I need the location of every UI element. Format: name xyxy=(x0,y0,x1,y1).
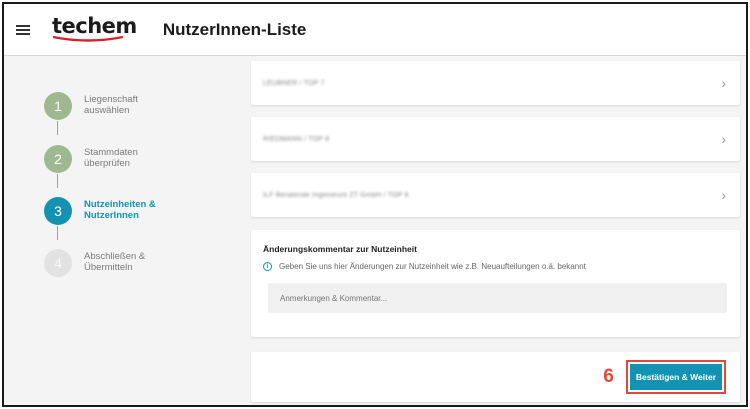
logo-text: techem xyxy=(52,13,137,38)
step-label: Liegenschaft auswählen xyxy=(84,94,138,116)
unit-row[interactable]: LEUBNER / TOP 7 › xyxy=(251,61,740,105)
comment-title: Änderungskommentar zur Nutzeinheit xyxy=(263,244,417,254)
unit-name: ILF Beratende Ingenieure ZT GmbH / TOP 9 xyxy=(263,191,409,199)
comment-input[interactable] xyxy=(268,283,727,313)
step-2[interactable]: 2 Stammdaten überprüfen xyxy=(44,145,174,173)
step-connector xyxy=(57,121,58,135)
annotation-marker: 6 xyxy=(603,366,614,387)
chevron-right-icon: › xyxy=(721,187,726,203)
step-number: 2 xyxy=(44,145,72,173)
step-label: Nutzeinheiten & NutzerInnen xyxy=(84,199,156,221)
confirm-next-button[interactable]: Bestätigen & Weiter xyxy=(629,364,722,390)
chevron-right-icon: › xyxy=(721,75,726,91)
info-circle-icon: i xyxy=(263,262,272,271)
step-number: 4 xyxy=(44,249,72,277)
step-label: Stammdaten überprüfen xyxy=(84,147,138,169)
app-header: techem NutzerInnen-Liste xyxy=(4,4,746,56)
unit-name: RIEDMANN / TOP 8 xyxy=(263,135,330,143)
annotation-highlight-box: Bestätigen & Weiter xyxy=(625,360,726,394)
step-number: 1 xyxy=(44,92,72,120)
techem-logo[interactable]: techem xyxy=(52,15,137,45)
step-connector xyxy=(57,226,58,240)
unit-name: LEUBNER / TOP 7 xyxy=(263,79,325,87)
app-frame: techem NutzerInnen-Liste 1 Liegenschaft … xyxy=(2,2,748,407)
step-number: 3 xyxy=(44,197,72,225)
hamburger-menu-icon[interactable] xyxy=(16,24,30,36)
comment-card: Änderungskommentar zur Nutzeinheit i Geb… xyxy=(251,230,740,337)
footer-card: 6 Bestätigen & Weiter xyxy=(251,352,740,402)
unit-row[interactable]: RIEDMANN / TOP 8 › xyxy=(251,117,740,161)
step-3[interactable]: 3 Nutzeinheiten & NutzerInnen xyxy=(44,197,174,225)
chevron-right-icon: › xyxy=(721,131,726,147)
comment-hint: i Geben Sie uns hier Änderungen zur Nutz… xyxy=(263,262,728,271)
step-label: Abschließen & Übermitteln xyxy=(84,251,146,273)
unit-row[interactable]: ILF Beratende Ingenieure ZT GmbH / TOP 9… xyxy=(251,173,740,217)
step-1[interactable]: 1 Liegenschaft auswählen xyxy=(44,92,174,120)
stepper-sidebar: 1 Liegenschaft auswählen 2 Stammdaten üb… xyxy=(4,57,234,405)
step-4[interactable]: 4 Abschließen & Übermitteln xyxy=(44,249,174,277)
page-title: NutzerInnen-Liste xyxy=(162,19,307,39)
logo-swoosh-icon xyxy=(52,35,124,42)
step-connector xyxy=(57,174,58,188)
comment-hint-text: Geben Sie uns hier Änderungen zur Nutzei… xyxy=(279,262,586,271)
